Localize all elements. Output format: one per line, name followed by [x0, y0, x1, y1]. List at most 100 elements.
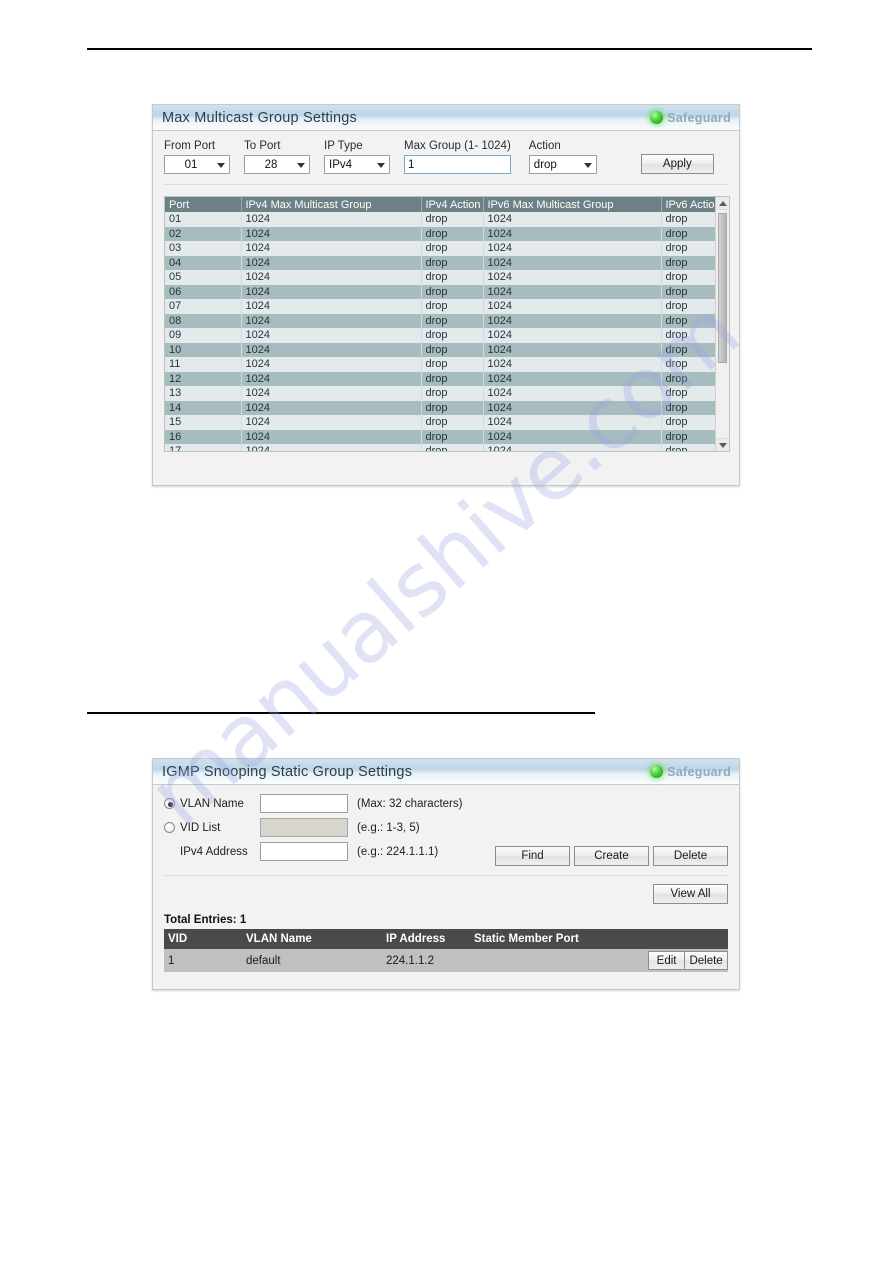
cell-ipv6-action: drop: [661, 386, 717, 401]
column-header-ipv4-action: IPv4 Action: [421, 197, 484, 212]
column-header-static-member-port: Static Member Port: [470, 929, 644, 950]
table-row[interactable]: 07 1024 drop 1024 drop: [165, 299, 717, 314]
to-port-group: To Port 28: [244, 140, 311, 174]
action-select[interactable]: drop: [528, 155, 597, 174]
ipv4-address-label: IPv4 Address: [180, 845, 248, 858]
cell-port: 13: [165, 386, 242, 401]
table-row[interactable]: 15 1024 drop 1024 drop: [165, 415, 717, 430]
cell-ipv6-group: 1024: [483, 415, 662, 430]
igmp-action-buttons: Find Create Delete: [495, 846, 728, 866]
panel-body: VLAN Name (Max: 32 characters) VID List: [153, 785, 739, 982]
vid-list-radio[interactable]: [164, 822, 175, 833]
create-button[interactable]: Create: [574, 846, 649, 866]
vlan-name-input[interactable]: [260, 794, 348, 813]
cell-ipv6-action: drop: [661, 415, 717, 430]
table-row[interactable]: 08 1024 drop 1024 drop: [165, 313, 717, 328]
cell-ipv6-group: 1024: [483, 241, 662, 256]
vlan-name-radio-group[interactable]: VLAN Name: [164, 798, 260, 810]
cell-ipv6-action: drop: [661, 226, 717, 241]
results-header-row: VID VLAN Name IP Address Static Member P…: [164, 929, 728, 950]
scroll-up-button[interactable]: [716, 197, 729, 210]
table-row[interactable]: 12 1024 drop 1024 drop: [165, 371, 717, 386]
igmp-static-group-form: VLAN Name (Max: 32 characters) VID List: [164, 794, 728, 876]
table-row[interactable]: 09 1024 drop 1024 drop: [165, 328, 717, 343]
column-header-ipv6-group: IPv6 Max Multicast Group: [483, 197, 662, 212]
row-action-buttons: Edit Delete: [648, 951, 728, 971]
cell-ipv6-action: drop: [661, 241, 717, 256]
from-port-group: From Port 01: [164, 140, 231, 174]
scroll-down-button[interactable]: [716, 438, 729, 451]
row-delete-button[interactable]: Delete: [684, 951, 728, 971]
table-scrollbar[interactable]: [715, 197, 729, 451]
cell-ipv6-action: drop: [661, 371, 717, 386]
panel-title-bar: IGMP Snooping Static Group Settings Safe…: [153, 759, 739, 785]
vlan-name-hint: (Max: 32 characters): [357, 797, 463, 810]
vid-list-row: VID List (e.g.: 1-3, 5): [164, 818, 728, 837]
table-row[interactable]: 06 1024 drop 1024 drop: [165, 284, 717, 299]
table-row[interactable]: 04 1024 drop 1024 drop: [165, 255, 717, 270]
view-all-button[interactable]: View All: [653, 884, 728, 904]
chevron-down-icon: [297, 162, 306, 168]
table-row[interactable]: 13 1024 drop 1024 drop: [165, 386, 717, 401]
cell-ipv4-action: drop: [421, 299, 484, 314]
cell-ipv6-group: 1024: [483, 226, 662, 241]
vid-list-input[interactable]: [260, 818, 348, 837]
table-row[interactable]: 01 1024 drop 1024 drop: [165, 212, 717, 227]
cell-row-actions: Edit Delete: [644, 949, 728, 973]
cell-ipv4-action: drop: [421, 284, 484, 299]
cell-static-member-port: [470, 949, 644, 973]
max-group-input[interactable]: 1: [404, 155, 511, 174]
table-row[interactable]: 1 default 224.1.1.2 Edit Delete: [164, 949, 728, 973]
delete-button[interactable]: Delete: [653, 846, 728, 866]
table-row[interactable]: 10 1024 drop 1024 drop: [165, 342, 717, 357]
cell-ipv4-action: drop: [421, 342, 484, 357]
table-row[interactable]: 17 1024 drop 1024 drop: [165, 444, 717, 451]
igmp-snooping-static-group-settings-panel: IGMP Snooping Static Group Settings Safe…: [152, 758, 740, 990]
cell-ipv4-action: drop: [421, 429, 484, 444]
to-port-select[interactable]: 28: [244, 155, 311, 174]
max-multicast-group-settings-panel: Max Multicast Group Settings Safeguard F…: [152, 104, 740, 486]
cell-port: 04: [165, 255, 242, 270]
row-edit-button[interactable]: Edit: [648, 951, 685, 971]
cell-port: 05: [165, 270, 242, 285]
from-port-select[interactable]: 01: [164, 155, 231, 174]
cell-port: 06: [165, 284, 242, 299]
cell-port: 17: [165, 444, 242, 451]
vlan-name-row: VLAN Name (Max: 32 characters): [164, 794, 728, 813]
cell-ipv4-group: 1024: [241, 444, 422, 451]
static-group-results-table: VID VLAN Name IP Address Static Member P…: [164, 929, 728, 973]
action-label: Action: [528, 140, 561, 152]
apply-group: Apply: [640, 154, 714, 174]
vid-list-radio-group[interactable]: VID List: [164, 822, 260, 834]
table-row[interactable]: 03 1024 drop 1024 drop: [165, 241, 717, 256]
cell-ipv6-group: 1024: [483, 429, 662, 444]
vid-list-hint: (e.g.: 1-3, 5): [357, 821, 420, 834]
triangle-down-icon: [718, 442, 727, 448]
table-row[interactable]: 02 1024 drop 1024 drop: [165, 226, 717, 241]
table-row[interactable]: 05 1024 drop 1024 drop: [165, 270, 717, 285]
scrollbar-thumb[interactable]: [718, 213, 727, 363]
cell-ipv4-action: drop: [421, 386, 484, 401]
cell-ipv4-action: drop: [421, 444, 484, 451]
cell-ipv4-group: 1024: [241, 328, 422, 343]
table-row[interactable]: 16 1024 drop 1024 drop: [165, 429, 717, 444]
find-button[interactable]: Find: [495, 846, 570, 866]
table-row[interactable]: 11 1024 drop 1024 drop: [165, 357, 717, 372]
chevron-down-icon: [217, 162, 226, 168]
table-row[interactable]: 14 1024 drop 1024 drop: [165, 400, 717, 415]
column-header-ip-address: IP Address: [382, 929, 470, 950]
cell-ipv6-action: drop: [661, 255, 717, 270]
vlan-name-radio[interactable]: [164, 798, 175, 809]
vlan-name-input-cell: [260, 794, 348, 813]
cell-port: 09: [165, 328, 242, 343]
cell-ipv4-action: drop: [421, 371, 484, 386]
safeguard-label: Safeguard: [667, 110, 731, 125]
max-group-value: 1: [408, 158, 415, 171]
page-title: IGMP Snooping Static Group Settings: [162, 763, 413, 780]
ipv4-address-input[interactable]: [260, 842, 348, 861]
cell-ipv4-action: drop: [421, 313, 484, 328]
apply-button[interactable]: Apply: [640, 154, 714, 174]
ip-type-select[interactable]: IPv4: [324, 155, 391, 174]
ipv4-address-hint: (e.g.: 224.1.1.1): [357, 845, 439, 858]
cell-ipv6-group: 1024: [483, 371, 662, 386]
